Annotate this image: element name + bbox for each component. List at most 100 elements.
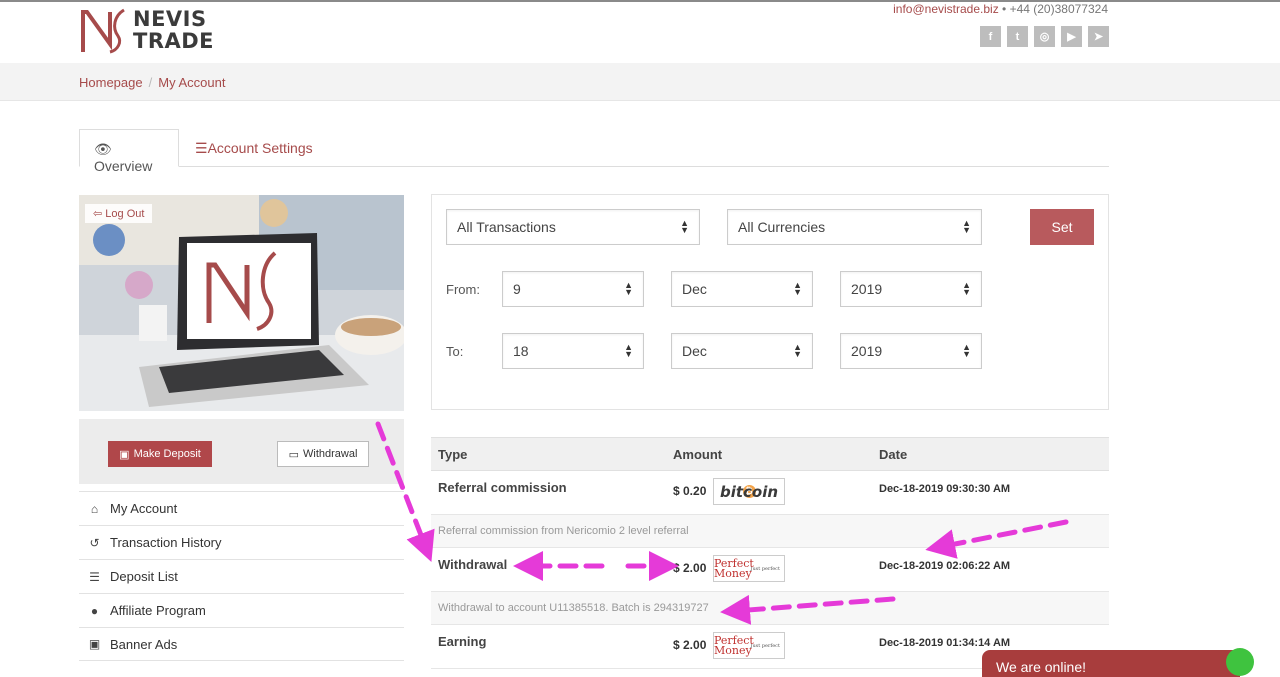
transaction-date: Dec-18-2019 01:34:14 AM: [879, 637, 1011, 649]
select-arrows-icon: ▲ ▼: [624, 342, 633, 359]
tab-overview-label: Overview: [94, 158, 153, 174]
currency-select[interactable]: All Currencies ▲ ▼: [727, 209, 982, 245]
payment-method-name: Perfect Money: [714, 556, 754, 580]
select-arrows-icon: ▲ ▼: [680, 218, 689, 235]
to-day-value: 18: [513, 343, 529, 359]
breadcrumb: Homepage / My Account: [79, 75, 225, 90]
breadcrumb-bar: Homepage / My Account: [0, 63, 1280, 101]
select-arrows-icon: ▲ ▼: [624, 280, 633, 297]
top-header: NEVIS TRADE info@nevistrade.biz • +44 (2…: [0, 0, 1280, 63]
column-header-amount: Amount: [673, 447, 723, 462]
perfect-money-logo-icon: Perfect Money Just perfect: [713, 555, 785, 582]
social-links: f t ◎ ▶ ➤: [980, 26, 1109, 47]
brand-name-line2: TRADE: [133, 29, 215, 53]
menu-item-label: Banner Ads: [110, 636, 178, 652]
from-month-value: Dec: [682, 281, 707, 297]
to-year-value: 2019: [851, 343, 883, 359]
table-header: Type Amount Date: [431, 437, 1109, 471]
to-month-value: Dec: [682, 343, 707, 359]
to-month-select[interactable]: Dec ▲ ▼: [671, 333, 813, 369]
credit-card-icon: ▭: [288, 448, 299, 461]
eye-icon: 👁︎: [94, 141, 112, 157]
table-row-note: Withdrawal to account U11385518. Batch i…: [431, 592, 1109, 625]
laptop-photo-illustration: [79, 195, 404, 411]
withdrawal-label: Withdrawal: [303, 448, 358, 460]
menu-item-label: Transaction History: [110, 535, 222, 550]
set-filter-button[interactable]: Set: [1030, 209, 1094, 245]
to-day-select[interactable]: 18 ▲ ▼: [502, 333, 644, 369]
transaction-amount: $ 0.20: [673, 484, 707, 498]
tab-account-settings[interactable]: ☰Account Settings: [181, 129, 327, 167]
account-actions: ▣ Make Deposit ▭ Withdrawal: [79, 419, 404, 484]
from-label: From:: [446, 282, 480, 297]
table-row: Referral commission $ 0.20 ₿ bitcoin Dec-…: [431, 471, 1109, 515]
transaction-type: Referral commission: [438, 480, 567, 495]
transaction-type-select[interactable]: All Transactions ▲ ▼: [446, 209, 700, 245]
from-year-value: 2019: [851, 281, 883, 297]
contact-email-link[interactable]: info@nevistrade.biz: [893, 2, 999, 16]
menu-item-my-account[interactable]: ⌂ My Account: [79, 491, 404, 525]
transaction-amount: $ 2.00: [673, 561, 707, 575]
contact-phone: • +44 (20)38077324: [998, 2, 1108, 16]
transaction-note: Withdrawal to account U11385518. Batch i…: [438, 602, 709, 614]
select-arrows-icon: ▲ ▼: [962, 280, 971, 297]
table-row: Withdrawal $ 2.00 Perfect Money Just perf…: [431, 548, 1109, 592]
image-icon: ▣: [88, 637, 101, 651]
logout-label: Log Out: [105, 208, 145, 220]
bitcoin-logo-icon: ₿ bitcoin: [713, 478, 785, 505]
breadcrumb-home-link[interactable]: Homepage: [79, 75, 143, 90]
transaction-type-value: All Transactions: [457, 219, 556, 235]
account-menu: ⌂ My Account ↺ Transaction History ☰ Deposi…: [79, 491, 404, 661]
facebook-icon[interactable]: f: [980, 26, 1001, 47]
from-day-select[interactable]: 9 ▲ ▼: [502, 271, 644, 307]
tab-settings-label: Account Settings: [207, 140, 313, 156]
to-year-select[interactable]: 2019 ▲ ▼: [840, 333, 982, 369]
select-arrows-icon: ▲ ▼: [962, 218, 971, 235]
make-deposit-label: Make Deposit: [133, 448, 201, 460]
menu-item-banner-ads[interactable]: ▣ Banner Ads: [79, 627, 404, 661]
instagram-icon[interactable]: ◎: [1034, 26, 1055, 47]
transaction-date: Dec-18-2019 02:06:22 AM: [879, 560, 1011, 572]
profile-image: ⇦ Log Out: [79, 195, 404, 411]
tab-overview[interactable]: 👁︎ Overview: [79, 129, 179, 174]
history-icon: ↺: [89, 535, 100, 550]
menu-item-label: Affiliate Program: [110, 603, 206, 618]
menu-item-affiliate-program[interactable]: ● Affiliate Program: [79, 593, 404, 627]
from-year-select[interactable]: 2019 ▲ ▼: [840, 271, 982, 307]
contact-info: info@nevistrade.biz • +44 (20)38077324: [893, 2, 1108, 16]
money-icon: ▣: [119, 448, 130, 461]
menu-item-transaction-history[interactable]: ↺ Transaction History: [79, 525, 404, 559]
breadcrumb-current-link[interactable]: My Account: [158, 75, 225, 90]
logout-button[interactable]: ⇦ Log Out: [85, 204, 153, 223]
select-arrows-icon: ▲ ▼: [793, 280, 802, 297]
chat-status-icon: [1226, 648, 1254, 676]
home-icon: ⌂: [90, 501, 99, 516]
transaction-note: Referral commission from Nericomio 2 lev…: [438, 525, 689, 537]
logo-mark-icon: [81, 8, 125, 54]
withdrawal-button[interactable]: ▭ Withdrawal: [277, 441, 369, 467]
site-logo[interactable]: NEVIS TRADE: [80, 4, 215, 54]
payment-method-name: bitcoin: [719, 482, 779, 501]
transaction-filter-panel: All Transactions ▲ ▼ All Currencies ▲ ▼ Set …: [431, 194, 1109, 410]
youtube-icon[interactable]: ▶: [1061, 26, 1082, 47]
from-day-value: 9: [513, 281, 521, 297]
account-tabs: 👁︎ Overview ☰Account Settings: [79, 129, 1109, 174]
select-arrows-icon: ▲ ▼: [962, 342, 971, 359]
perfect-money-logo-icon: Perfect Money Just perfect: [713, 632, 785, 659]
twitter-icon[interactable]: t: [1007, 26, 1028, 47]
column-header-date: Date: [879, 447, 908, 462]
menu-item-deposit-list[interactable]: ☰ Deposit List: [79, 559, 404, 593]
menu-item-label: Deposit List: [110, 569, 178, 584]
live-chat-widget[interactable]: We are online!: [982, 650, 1240, 677]
column-header-type: Type: [438, 447, 468, 462]
make-deposit-button[interactable]: ▣ Make Deposit: [108, 441, 212, 467]
breadcrumb-separator: /: [148, 75, 153, 90]
from-month-select[interactable]: Dec ▲ ▼: [671, 271, 813, 307]
brand-name-line1: NEVIS: [133, 7, 207, 31]
telegram-icon[interactable]: ➤: [1088, 26, 1109, 47]
live-chat-label: We are online!: [996, 659, 1087, 675]
sign-out-icon: ⇦: [93, 208, 103, 220]
transaction-type: Withdrawal: [438, 557, 508, 572]
menu-item-label: My Account: [110, 501, 178, 516]
transaction-date: Dec-18-2019 09:30:30 AM: [879, 483, 1011, 495]
